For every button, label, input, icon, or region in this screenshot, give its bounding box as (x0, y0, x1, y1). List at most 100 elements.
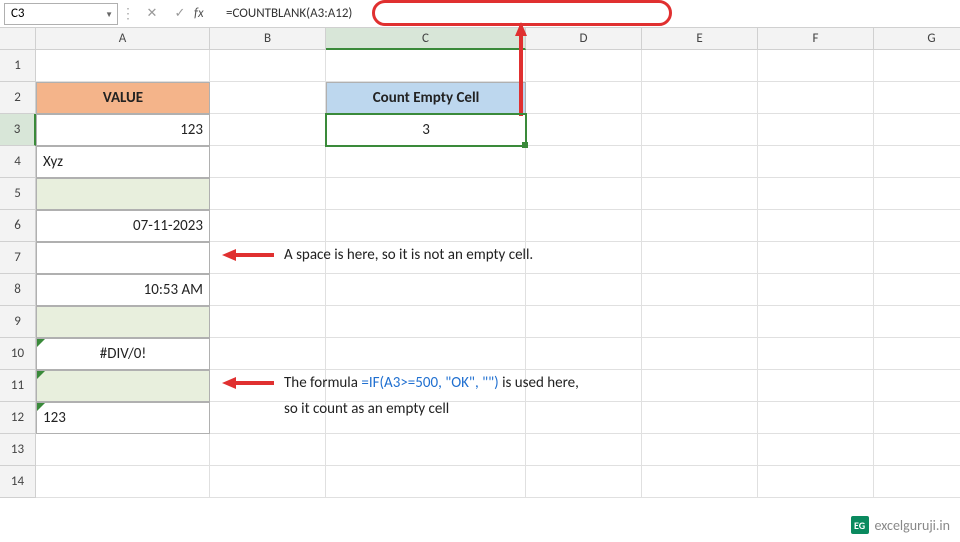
cell[interactable] (874, 210, 960, 242)
cell[interactable] (326, 50, 526, 82)
cell[interactable] (758, 146, 874, 178)
col-header-c[interactable]: C (326, 28, 526, 50)
cell[interactable] (758, 434, 874, 466)
cell[interactable] (874, 114, 960, 146)
cell[interactable] (874, 466, 960, 498)
cell-header-count[interactable]: Count Empty Cell (326, 82, 526, 114)
cell[interactable] (526, 146, 642, 178)
cell[interactable] (874, 146, 960, 178)
cell[interactable] (642, 82, 758, 114)
row-header[interactable]: 1 (0, 50, 36, 82)
cell[interactable] (36, 466, 210, 498)
cell-a5[interactable] (36, 178, 210, 210)
cell[interactable] (526, 210, 642, 242)
name-box[interactable]: C3 ▼ (4, 3, 118, 25)
cell[interactable] (210, 50, 326, 82)
chevron-down-icon[interactable]: ▼ (105, 10, 113, 20)
cell[interactable] (210, 434, 326, 466)
cell-a6[interactable]: 07-11-2023 (36, 210, 210, 242)
error-indicator-icon[interactable] (37, 339, 45, 347)
cell[interactable] (642, 146, 758, 178)
cell-a9[interactable] (36, 306, 210, 338)
cell[interactable] (874, 434, 960, 466)
cell-a12[interactable]: 123 (36, 402, 210, 434)
cell[interactable] (758, 370, 874, 402)
cell[interactable] (526, 434, 642, 466)
row-header[interactable]: 5 (0, 178, 36, 210)
row-header[interactable]: 2 (0, 82, 36, 114)
cell[interactable] (758, 466, 874, 498)
cell[interactable] (210, 274, 326, 306)
cell-a7[interactable] (36, 242, 210, 274)
cell[interactable] (642, 434, 758, 466)
cell[interactable] (874, 242, 960, 274)
cell[interactable] (642, 466, 758, 498)
cell[interactable] (526, 306, 642, 338)
cell[interactable] (758, 242, 874, 274)
col-header-d[interactable]: D (526, 28, 642, 50)
cell-a3[interactable]: 123 (36, 114, 210, 146)
cell[interactable] (642, 210, 758, 242)
cell[interactable] (526, 82, 642, 114)
enter-icon[interactable]: ✓ (166, 6, 194, 21)
cancel-icon[interactable]: ✕ (138, 6, 166, 21)
cell[interactable] (642, 178, 758, 210)
cell[interactable] (526, 50, 642, 82)
cell[interactable] (874, 50, 960, 82)
cell[interactable] (642, 50, 758, 82)
cell[interactable] (36, 50, 210, 82)
cell[interactable] (326, 306, 526, 338)
cell[interactable] (758, 82, 874, 114)
cell[interactable] (642, 274, 758, 306)
cell[interactable] (758, 402, 874, 434)
cell[interactable] (326, 146, 526, 178)
fx-icon[interactable]: fx (194, 6, 220, 21)
cell[interactable] (758, 114, 874, 146)
cell[interactable] (526, 114, 642, 146)
cell[interactable] (326, 274, 526, 306)
cell[interactable] (326, 210, 526, 242)
cell[interactable] (210, 82, 326, 114)
cell[interactable] (526, 466, 642, 498)
cell[interactable] (758, 306, 874, 338)
fill-handle[interactable] (522, 142, 528, 148)
cell[interactable] (210, 178, 326, 210)
cell[interactable] (526, 274, 642, 306)
cell[interactable] (874, 370, 960, 402)
cell[interactable] (210, 114, 326, 146)
col-header-e[interactable]: E (642, 28, 758, 50)
cell[interactable] (758, 274, 874, 306)
cell[interactable] (758, 178, 874, 210)
row-header[interactable]: 6 (0, 210, 36, 242)
cell[interactable] (874, 178, 960, 210)
row-header[interactable]: 10 (0, 338, 36, 370)
cell[interactable] (326, 338, 526, 370)
row-header[interactable]: 7 (0, 242, 36, 274)
cell[interactable] (874, 402, 960, 434)
cell[interactable] (210, 338, 326, 370)
col-header-b[interactable]: B (210, 28, 326, 50)
row-header[interactable]: 9 (0, 306, 36, 338)
cell[interactable] (642, 370, 758, 402)
cell[interactable] (642, 242, 758, 274)
error-indicator-icon[interactable] (37, 403, 45, 411)
row-header[interactable]: 4 (0, 146, 36, 178)
col-header-g[interactable]: G (874, 28, 960, 50)
cell[interactable] (642, 114, 758, 146)
cell[interactable] (36, 434, 210, 466)
cell[interactable] (326, 178, 526, 210)
cell[interactable] (326, 434, 526, 466)
cell-a10[interactable]: #DIV/0! (36, 338, 210, 370)
row-header[interactable]: 14 (0, 466, 36, 498)
cell-header-value[interactable]: VALUE (36, 82, 210, 114)
col-header-a[interactable]: A (36, 28, 210, 50)
cell-c3-selected[interactable]: 3 (326, 114, 526, 146)
cell[interactable] (758, 210, 874, 242)
cell[interactable] (210, 210, 326, 242)
cell[interactable] (526, 178, 642, 210)
cell[interactable] (642, 338, 758, 370)
row-header[interactable]: 8 (0, 274, 36, 306)
cell[interactable] (526, 402, 642, 434)
cell[interactable] (326, 466, 526, 498)
cell-a11[interactable] (36, 370, 210, 402)
